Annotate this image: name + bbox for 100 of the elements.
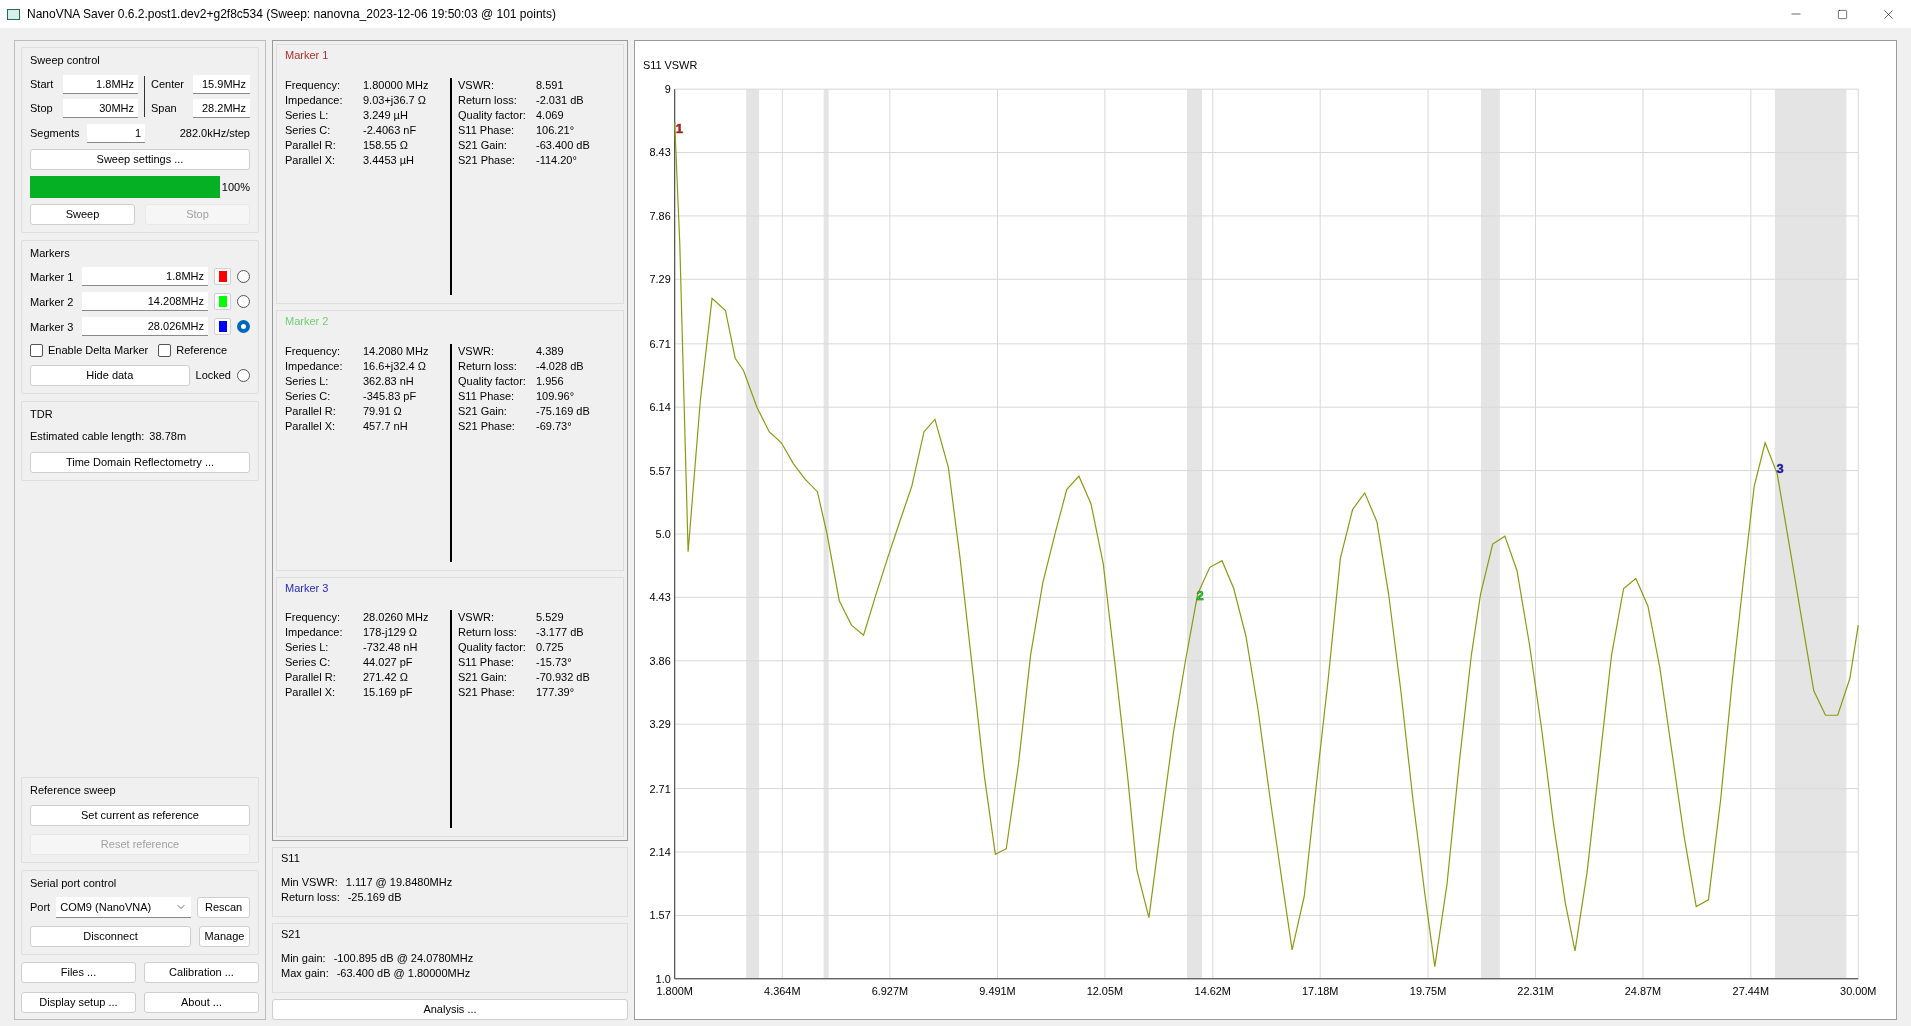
axis-tick-label: 1.0 <box>655 972 671 985</box>
data-value: 4.389 <box>536 343 564 359</box>
data-value: -100.895 dB @ 24.0780MHz <box>333 950 474 966</box>
data-value: 79.91 Ω <box>363 403 402 419</box>
marker-frequency-field[interactable]: 14.208MHz <box>82 292 208 312</box>
data-value: -15.73° <box>536 655 572 671</box>
data-label: Quality factor: <box>458 373 527 389</box>
data-label: Series C: <box>285 655 332 671</box>
data-label: Series L: <box>285 373 330 389</box>
marker-frequency-field[interactable]: 1.8MHz <box>82 267 208 287</box>
progress-reading: 100% <box>221 179 250 195</box>
data-label: Parallel R: <box>285 137 337 153</box>
data-value: 457.7 nH <box>363 418 408 434</box>
segments-field[interactable]: 1 <box>87 123 145 143</box>
group-title: Reference sweep <box>30 783 117 798</box>
data-value: 177.39° <box>536 685 575 701</box>
data-value: -114.20° <box>536 152 577 168</box>
marker-label: Marker 3 <box>30 319 75 335</box>
sweep-settings-button[interactable]: Sweep settings ... <box>30 148 250 170</box>
maximize-icon <box>1836 8 1848 20</box>
data-value: 9.03+j36.7 Ω <box>363 92 426 108</box>
chart-title: S11 VSWR <box>642 59 698 72</box>
axis-tick-label: 17.18M <box>1302 984 1339 997</box>
data-label: Quality factor: <box>458 107 527 123</box>
axis-tick-label: 30.00M <box>1840 984 1877 997</box>
field-label: Segments <box>30 125 81 141</box>
data-value: 271.42 Ω <box>363 670 408 686</box>
radio-button[interactable] <box>237 270 250 284</box>
menu-button[interactable]: About ... <box>144 992 259 1013</box>
data-label: VSWR: <box>458 343 496 359</box>
app-icon <box>7 8 20 20</box>
frequency-field[interactable]: 28.2MHz <box>193 98 250 118</box>
menu-button[interactable]: Files ... <box>21 962 136 983</box>
data-label: Frequency: <box>285 77 342 93</box>
color-picker-button[interactable] <box>214 268 231 286</box>
port-dropdown[interactable]: COM9 (NanoVNA) <box>56 897 192 918</box>
data-value: 1.956 <box>536 373 564 389</box>
axis-tick-label: 8.43 <box>649 146 671 159</box>
sweep-button[interactable]: Sweep <box>30 203 135 225</box>
data-label: Series L: <box>285 640 330 656</box>
cable-length-label: Estimated cable length: <box>30 429 145 445</box>
frequency-field[interactable]: 30MHz <box>63 98 138 118</box>
axis-tick-label: 14.62M <box>1194 984 1231 997</box>
radio-button[interactable] <box>237 295 250 309</box>
port-label: Port <box>30 900 51 916</box>
axis-tick-label: 6.927M <box>871 984 909 997</box>
data-label: S21 Phase: <box>458 152 516 168</box>
data-label: Parallel X: <box>285 152 337 168</box>
axis-tick-label: 4.43 <box>649 591 671 604</box>
data-value: -75.169 dB <box>536 403 590 419</box>
data-value: 362.83 nH <box>363 373 414 389</box>
data-label: Return loss: <box>458 358 518 374</box>
axis-tick-label: 19.75M <box>1409 984 1447 997</box>
menu-button[interactable]: Calibration ... <box>144 962 259 983</box>
axis-tick-label: 12.05M <box>1086 984 1124 997</box>
frequency-field[interactable]: 1.8MHz <box>63 74 138 94</box>
group-title: Serial port control <box>30 875 118 891</box>
marker-title: Marker 3 <box>285 580 330 596</box>
data-label: S21 Gain: <box>458 137 508 153</box>
color-picker-button[interactable] <box>214 318 231 336</box>
data-label: S21 Phase: <box>458 685 516 701</box>
group-title: S11 <box>281 851 301 866</box>
data-value: -732.48 nH <box>363 640 418 656</box>
axis-tick-label: 9.491M <box>979 984 1016 997</box>
data-value: 0.725 <box>536 640 564 656</box>
set-reference-button[interactable]: Set current as reference <box>30 804 250 826</box>
radio-button[interactable] <box>237 368 250 382</box>
data-value: 4.069 <box>536 107 564 123</box>
data-value: 15.169 pF <box>363 685 413 701</box>
window-title: NanoVNA Saver 0.6.2.post1.dev2+g2f8c534 (Sweep: nanovna_2023-12-06 19:50:03 @ 101 points) <box>27 6 556 23</box>
checkbox[interactable] <box>158 344 172 357</box>
radio-button[interactable] <box>237 320 250 334</box>
manage-button[interactable]: Manage <box>199 926 250 947</box>
data-label: Min VSWR: <box>281 874 338 890</box>
marker-frequency-field[interactable]: 28.026MHz <box>82 317 208 337</box>
data-value: -63.400 dB @ 1.80000MHz <box>336 965 471 981</box>
checkbox[interactable] <box>30 344 43 357</box>
menu-button[interactable]: Display setup ... <box>21 992 136 1013</box>
rescan-button[interactable]: Rescan <box>197 897 250 918</box>
analysis-button[interactable]: Analysis ... <box>272 999 628 1020</box>
field-label: Center <box>151 76 186 92</box>
data-label: Impedance: <box>285 358 344 374</box>
cable-length-value: 38.78m <box>149 429 187 445</box>
step-text: 282.0kHz/step <box>179 125 250 141</box>
disconnect-button[interactable]: Disconnect <box>30 926 191 947</box>
data-value: -3.177 dB <box>536 625 584 641</box>
data-value: -2.031 dB <box>536 92 584 108</box>
axis-tick-label: 7.86 <box>649 209 671 222</box>
axis-tick-label: 1.57 <box>649 909 671 922</box>
tdr-button[interactable]: Time Domain Reflectometry ... <box>30 451 250 473</box>
color-picker-button[interactable] <box>214 293 231 311</box>
frequency-field[interactable]: 15.9MHz <box>193 74 250 94</box>
data-value: 1.80000 MHz <box>363 77 429 93</box>
data-label: Impedance: <box>285 92 344 108</box>
data-value: -70.932 dB <box>536 670 590 686</box>
data-label: Return loss: <box>458 92 518 108</box>
data-label: Series L: <box>285 107 330 123</box>
data-label: VSWR: <box>458 610 496 626</box>
hide-data-button[interactable]: Hide data <box>30 364 190 386</box>
axis-tick-label: 6.71 <box>649 337 671 350</box>
